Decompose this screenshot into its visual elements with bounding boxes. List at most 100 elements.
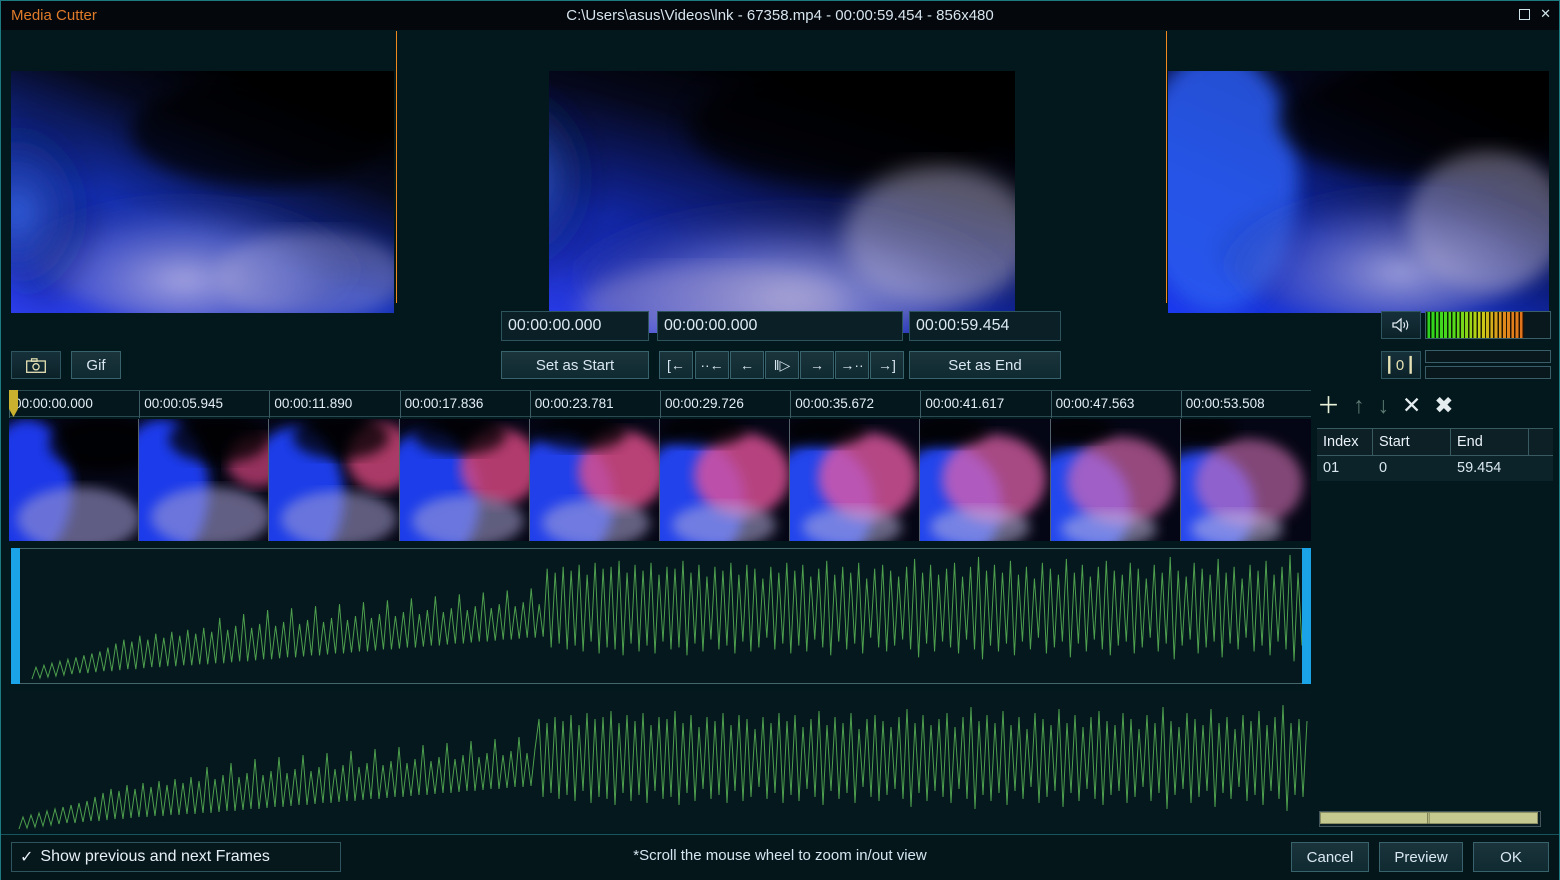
ruler-tick: 00:00:53.508 [1180, 391, 1265, 418]
cell-start: 0 [1379, 460, 1388, 476]
column-header-start[interactable]: Start [1373, 429, 1451, 455]
prev-frame-icon: ← [740, 357, 754, 373]
camera-icon [26, 357, 46, 373]
gif-button[interactable]: Gif [71, 351, 121, 379]
start-time-field[interactable]: 00:00:00.000 [501, 311, 649, 341]
ok-label: OK [1500, 848, 1522, 866]
delete-clip-button[interactable]: ✕ [1402, 391, 1421, 419]
thumbnail-strip[interactable] [9, 419, 1311, 541]
column-header-end[interactable]: End [1451, 429, 1529, 455]
play-pause-button[interactable]: ‖▷ [765, 351, 799, 379]
jump-to-start-button[interactable]: [← [659, 351, 693, 379]
current-frame-preview[interactable] [549, 71, 1015, 333]
window-title: C:\Users\asus\Videos\lnk - 67358.mp4 - 0… [566, 7, 994, 24]
maximize-icon[interactable] [1519, 8, 1531, 20]
gif-label: Gif [86, 356, 106, 374]
title-bar: Media Cutter C:\Users\asus\Videos\lnk - … [1, 1, 1559, 30]
play-pause-icon: ‖▷ [773, 356, 791, 373]
start-time-value: 00:00:00.000 [508, 317, 602, 334]
cancel-label: Cancel [1306, 848, 1354, 866]
speaker-icon [1392, 317, 1409, 333]
previous-frame-preview[interactable] [11, 71, 394, 313]
thumbnail-item[interactable] [269, 419, 400, 541]
jump-to-end-icon: →] [878, 357, 896, 373]
ruler-tick: 00:00:05.945 [139, 391, 223, 418]
thumbnail-item[interactable] [790, 419, 921, 541]
ruler-tick: 00:00:11.890 [269, 391, 352, 418]
thumbnail-item[interactable] [920, 419, 1051, 541]
ruler-tick: 00:00:17.836 [399, 391, 483, 418]
waveform-lower [9, 691, 1311, 831]
audio-level-label: ┃0┃ [1384, 357, 1418, 374]
footer-bar: ✓ Show previous and next Frames *Scroll … [1, 834, 1559, 880]
selection-end-handle[interactable] [1302, 548, 1311, 684]
preview-area [1, 31, 1559, 333]
ruler-tick: 00:00:41.617 [920, 391, 1004, 418]
move-up-button[interactable]: ↑ [1353, 391, 1365, 419]
next-frame-button[interactable]: → [800, 351, 834, 379]
next-frame-preview[interactable] [1168, 71, 1549, 313]
cancel-button[interactable]: Cancel [1291, 842, 1369, 872]
preview-button[interactable]: Preview [1379, 842, 1463, 872]
table-row[interactable]: 01 0 59.454 [1317, 456, 1553, 481]
end-time-field[interactable]: 00:00:59.454 [909, 311, 1061, 341]
scrollbar-grip-icon: ║ [1425, 813, 1433, 823]
waveform-overview-panel[interactable] [9, 691, 1311, 831]
set-as-end-button[interactable]: Set as End [909, 351, 1061, 379]
thumbnail-item[interactable] [1180, 419, 1311, 541]
set-as-start-button[interactable]: Set as Start [501, 351, 649, 379]
thumbnail-item[interactable] [399, 419, 530, 541]
waveform-selection-panel[interactable] [17, 548, 1305, 684]
volume-meter[interactable] [1425, 311, 1551, 339]
current-time-field[interactable]: 00:00:00.000 [657, 311, 903, 341]
thumbnail-item[interactable] [1050, 419, 1181, 541]
ruler-tick: 00:00:35.672 [790, 391, 874, 418]
column-header-index[interactable]: Index [1317, 429, 1373, 455]
ruler-tick: 00:00:47.563 [1050, 391, 1134, 418]
scrollbar-thumb[interactable]: ║ [1320, 812, 1538, 824]
thumbnail-item[interactable] [139, 419, 270, 541]
clips-table: Index Start End 01 0 59.454 [1317, 428, 1553, 481]
set-as-start-label: Set as Start [535, 356, 615, 374]
preview-divider-right [1166, 31, 1167, 303]
volume-meter-fill [1426, 312, 1524, 338]
preview-divider-left [396, 31, 397, 303]
add-clip-button[interactable]: ＋ [1317, 391, 1340, 419]
audio-level-meter-right [1425, 366, 1551, 379]
snapshot-button[interactable] [11, 351, 61, 379]
prev-frame-button[interactable]: ← [730, 351, 764, 379]
mute-toggle-button[interactable] [1381, 311, 1421, 339]
prev-keyframe-icon: ··← [700, 357, 724, 373]
cell-end: 59.454 [1457, 460, 1502, 476]
thumbnail-item[interactable] [659, 419, 791, 541]
preview-label: Preview [1394, 848, 1448, 866]
jump-to-start-icon: [← [667, 357, 685, 373]
ruler-tick: 00:00:00.000 [9, 391, 93, 418]
cell-index: 01 [1323, 460, 1340, 476]
clips-horizontal-scrollbar[interactable]: ║ [1319, 811, 1541, 827]
jump-to-end-button[interactable]: →] [870, 351, 904, 379]
waveform-upper [18, 549, 1304, 683]
next-keyframe-button[interactable]: →·· [835, 351, 869, 379]
audio-level-button[interactable]: ┃0┃ [1381, 351, 1421, 379]
media-cutter-window: Media Cutter C:\Users\asus\Videos\lnk - … [0, 0, 1560, 880]
timeline-ruler[interactable]: 00:00:00.000 00:00:05.945 00:00:11.890 0… [9, 390, 1311, 418]
next-keyframe-icon: →·· [840, 357, 864, 373]
end-time-value: 00:00:59.454 [916, 317, 1010, 334]
move-down-button[interactable]: ↓ [1378, 391, 1390, 419]
close-icon[interactable]: ✕ [1540, 5, 1551, 23]
thumbnail-item[interactable] [9, 419, 140, 541]
current-time-value: 00:00:00.000 [664, 317, 758, 334]
ok-button[interactable]: OK [1473, 842, 1549, 872]
set-as-end-label: Set as End [948, 356, 1022, 374]
ruler-tick: 00:00:23.781 [529, 391, 614, 418]
cell-spacer [1529, 456, 1553, 481]
clips-toolbar: ＋ ↑ ↓ ✕ ✖ [1317, 391, 1454, 419]
ruler-tick: 00:00:29.726 [660, 391, 744, 418]
next-frame-icon: → [810, 357, 824, 373]
prev-keyframe-button[interactable]: ··← [695, 351, 729, 379]
thumbnail-item[interactable] [529, 419, 660, 541]
delete-all-clips-button[interactable]: ✖ [1434, 391, 1453, 419]
clips-table-header: Index Start End [1317, 428, 1553, 456]
selection-start-handle[interactable] [11, 548, 20, 684]
